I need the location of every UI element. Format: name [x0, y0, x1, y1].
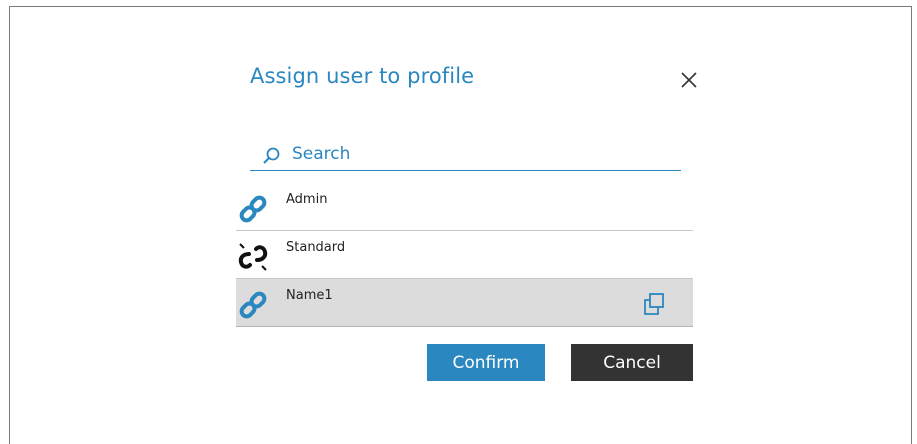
- list-item-name1[interactable]: Name1: [236, 279, 693, 327]
- search-icon: [263, 147, 280, 164]
- list-item-label: Name1: [286, 288, 333, 303]
- dialog-title: Assign user to profile: [250, 64, 475, 88]
- list-item-admin[interactable]: Admin: [236, 183, 693, 231]
- profile-list: Admin Standard Name1: [236, 183, 693, 327]
- list-item-label: Admin: [286, 192, 328, 207]
- search-box[interactable]: [250, 138, 681, 171]
- link-icon: [239, 291, 267, 319]
- close-button[interactable]: [679, 70, 699, 90]
- search-input[interactable]: [292, 141, 672, 167]
- broken-link-icon: [238, 243, 268, 271]
- confirm-button[interactable]: Confirm: [427, 344, 545, 381]
- close-icon: [681, 72, 697, 88]
- copy-icon[interactable]: [641, 291, 667, 317]
- cancel-button[interactable]: Cancel: [571, 344, 693, 381]
- link-icon: [239, 195, 267, 223]
- list-item-label: Standard: [286, 240, 346, 255]
- list-item-standard[interactable]: Standard: [236, 231, 693, 279]
